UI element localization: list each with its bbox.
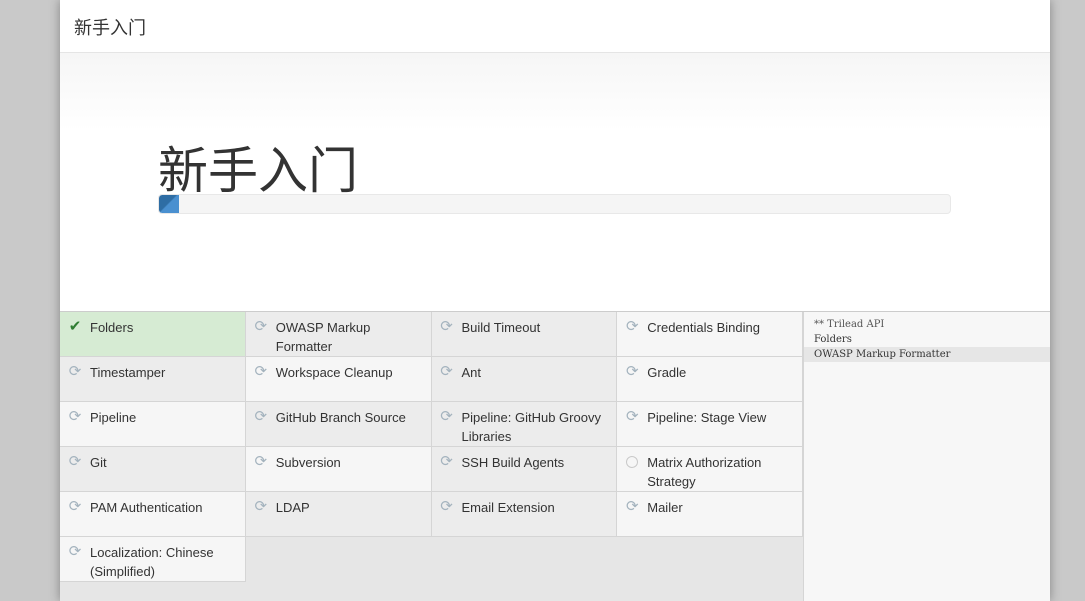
- plugin-item: ⟳ Pipeline: GitHub Groovy Libraries: [431, 402, 618, 447]
- progress-bar-fill: [159, 195, 179, 213]
- plugin-label: OWASP Markup Formatter: [275, 320, 371, 354]
- plugin-label: Pipeline: Stage View: [647, 410, 767, 425]
- refresh-icon: ⟳: [68, 363, 82, 380]
- plugin-label: Timestamper: [90, 365, 166, 380]
- plugin-item: ⟳ Pipeline: Stage View: [617, 402, 803, 447]
- install-log[interactable]: ** Trilead API Folders OWASP Markup Format…: [803, 312, 1050, 601]
- plugin-item: ⟳ Email Extension: [431, 492, 618, 537]
- plugin-label: Localization: Chinese (Simplified): [90, 545, 214, 579]
- page-title: 新手入门: [158, 142, 358, 200]
- plugin-list: ✔ Folders ⟳ OWASP Markup Formatter ⟳ Build Ti…: [60, 312, 803, 582]
- setup-wizard-dialog: 新手入门 新手入门 ✔ Folders ⟳ OWASP Markup Formatte…: [60, 0, 1050, 601]
- plugin-item: ⟳ GitHub Branch Source: [245, 402, 432, 447]
- plugin-label: Email Extension: [461, 500, 555, 515]
- refresh-icon: ⟳: [440, 363, 453, 380]
- refresh-icon: ⟳: [254, 318, 268, 335]
- plugin-item: ⟳ Gradle: [617, 357, 803, 402]
- dialog-title: 新手入门: [60, 0, 1050, 53]
- plugin-label: SSH Build Agents: [461, 455, 565, 470]
- log-line: ** Trilead API: [814, 319, 885, 330]
- plugin-label: Gradle: [647, 365, 687, 380]
- plugin-item: ⟳ LDAP: [245, 492, 432, 537]
- refresh-icon: ⟳: [440, 408, 453, 425]
- plugin-item: ⟳ Subversion: [245, 447, 432, 492]
- plugin-item: ⟳ PAM Authentication: [60, 492, 246, 537]
- circle-icon: [626, 456, 639, 468]
- plugin-item: ⟳ Pipeline: [60, 402, 246, 447]
- refresh-icon: ⟳: [625, 498, 639, 515]
- plugin-label: PAM Authentication: [90, 500, 203, 515]
- plugin-label: Subversion: [275, 455, 341, 470]
- plugin-item: ✔ Folders: [60, 312, 246, 357]
- refresh-icon: ⟳: [254, 408, 268, 425]
- plugin-label: LDAP: [275, 500, 310, 515]
- plugin-label: Ant: [461, 365, 482, 380]
- plugin-item: Matrix Authorization Strategy: [617, 447, 803, 492]
- plugin-item: ⟳ Git: [60, 447, 246, 492]
- install-progress-panel: 新手入门: [60, 53, 1050, 311]
- log-line: OWASP Markup Formatter: [804, 347, 1050, 362]
- plugin-label: Matrix Authorization Strategy: [647, 455, 762, 489]
- refresh-icon: ⟳: [68, 498, 82, 515]
- refresh-icon: ⟳: [625, 408, 639, 425]
- plugin-label: Folders: [90, 320, 134, 335]
- plugin-item: ⟳ Timestamper: [60, 357, 246, 402]
- plugin-item: ⟳ SSH Build Agents: [431, 447, 618, 492]
- plugin-install-area: ✔ Folders ⟳ OWASP Markup Formatter ⟳ Build Ti…: [60, 311, 1050, 601]
- log-line: Folders: [814, 334, 852, 345]
- plugin-item: ⟳ Build Timeout: [431, 312, 618, 357]
- plugin-label: GitHub Branch Source: [275, 410, 406, 425]
- refresh-icon: ⟳: [440, 318, 453, 335]
- refresh-icon: ⟳: [68, 453, 82, 470]
- plugin-label: Pipeline: [90, 410, 137, 425]
- plugin-label: Mailer: [647, 500, 683, 515]
- plugin-item: ⟳ Mailer: [617, 492, 803, 537]
- install-progress-bar: [158, 194, 951, 214]
- refresh-icon: ⟳: [68, 543, 82, 560]
- plugin-item: ⟳ Workspace Cleanup: [245, 357, 432, 402]
- plugin-label: Build Timeout: [461, 320, 541, 335]
- plugin-label: Credentials Binding: [647, 320, 760, 335]
- plugin-item: ⟳ OWASP Markup Formatter: [245, 312, 432, 357]
- plugin-label: Pipeline: GitHub Groovy Libraries: [461, 410, 601, 444]
- plugin-label: Git: [90, 455, 107, 470]
- refresh-icon: ⟳: [254, 453, 268, 470]
- plugin-item: ⟳ Ant: [431, 357, 618, 402]
- checkmark-icon: ✔: [68, 318, 82, 335]
- plugin-item: ⟳ Localization: Chinese (Simplified): [60, 537, 246, 582]
- refresh-icon: ⟳: [254, 363, 268, 380]
- refresh-icon: ⟳: [440, 453, 453, 470]
- plugin-label: Workspace Cleanup: [275, 365, 393, 380]
- refresh-icon: ⟳: [254, 498, 268, 515]
- refresh-icon: ⟳: [440, 498, 453, 515]
- refresh-icon: ⟳: [68, 408, 82, 425]
- refresh-icon: ⟳: [625, 363, 639, 380]
- plugin-item: ⟳ Credentials Binding: [617, 312, 803, 357]
- refresh-icon: ⟳: [625, 318, 639, 335]
